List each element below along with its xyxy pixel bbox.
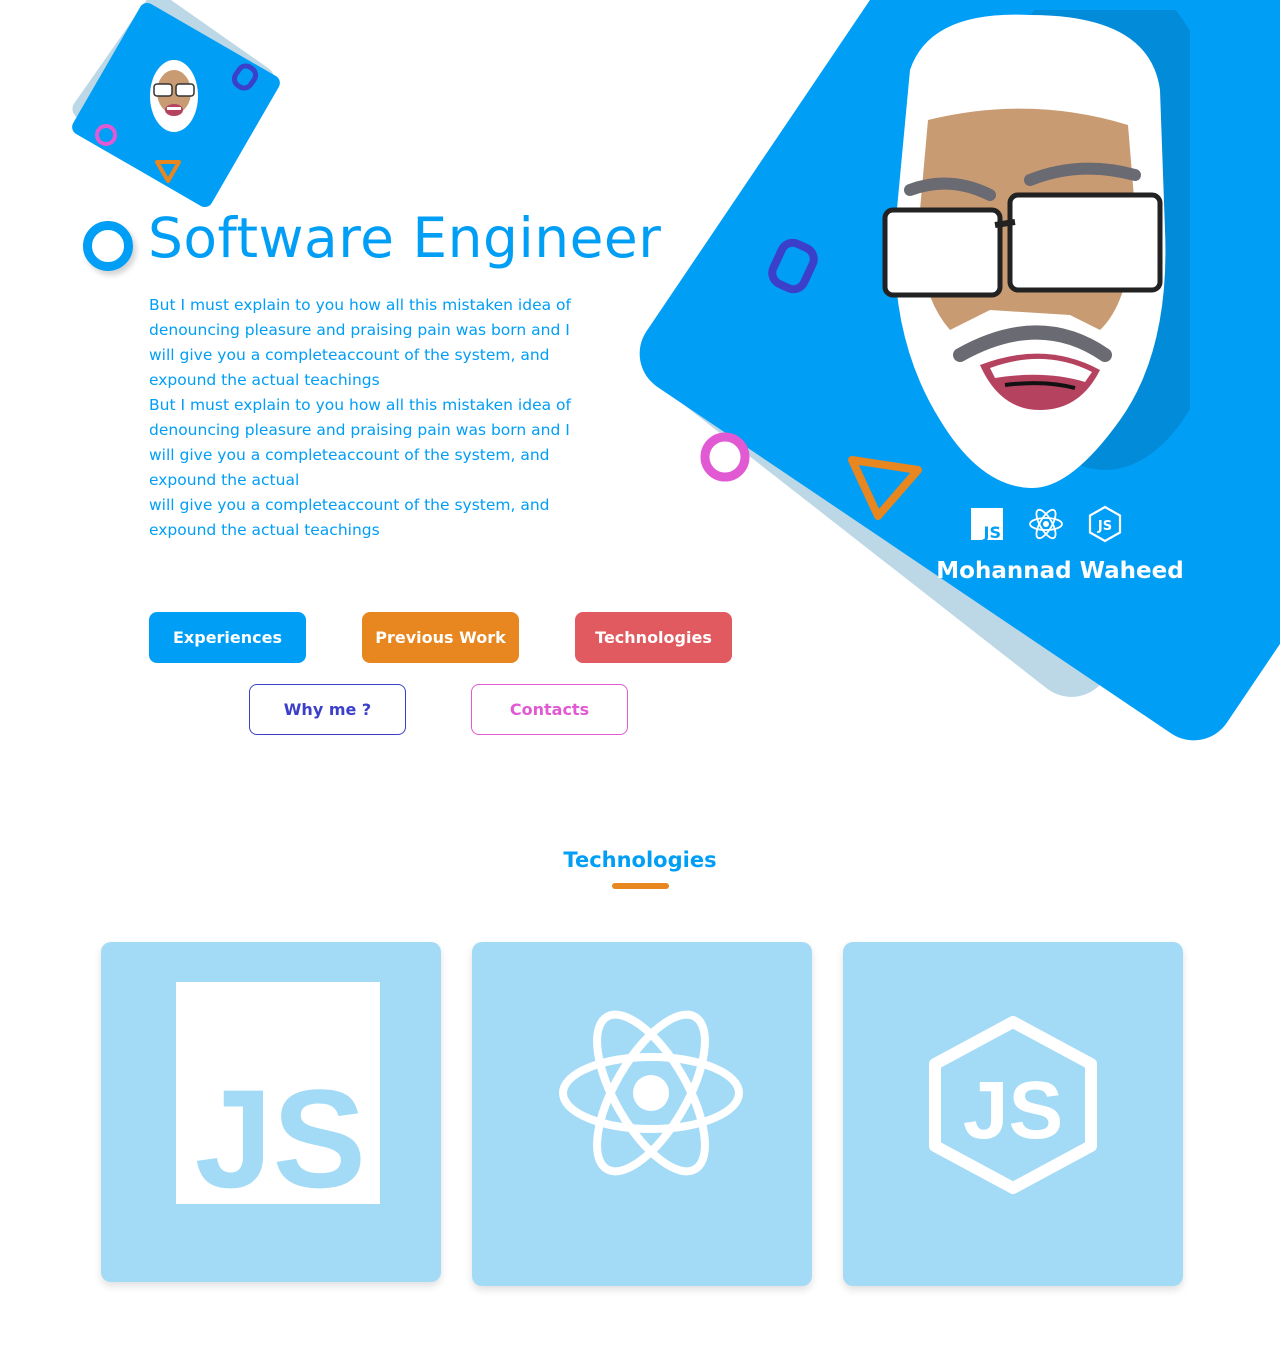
svg-text:JS: JS — [195, 1060, 366, 1204]
react-icon — [1029, 508, 1063, 540]
bio-line: will give you a completeaccount of the s… — [149, 496, 550, 514]
bio-line: will give you a completeaccount of the s… — [149, 446, 550, 464]
react-icon — [559, 1010, 743, 1176]
bio-line: will give you a completeaccount of the s… — [149, 346, 550, 364]
bio-line: But I must explain to you how all this m… — [149, 296, 571, 314]
section-title: Technologies — [563, 848, 717, 872]
indigo-ring-shape — [231, 63, 259, 91]
bio-line: expound the actual teachings — [149, 371, 380, 389]
section-underline — [612, 883, 669, 889]
svg-text:JS: JS — [1097, 519, 1112, 534]
javascript-icon: JS — [971, 508, 1003, 542]
orange-triangle-shape — [848, 456, 922, 520]
nodejs-icon: JS — [929, 1016, 1097, 1194]
profile-name: Mohannad Waheed — [936, 558, 1184, 584]
logo-avatar[interactable] — [148, 56, 200, 134]
tech-card-react[interactable] — [472, 942, 812, 1286]
technologies-button[interactable]: Technologies — [575, 612, 732, 663]
javascript-icon: JS — [176, 982, 380, 1204]
bio-text: But I must explain to you how all this m… — [149, 293, 599, 543]
pink-ring-shape — [700, 432, 750, 482]
contacts-button[interactable]: Contacts — [471, 684, 628, 735]
experiences-button[interactable]: Experiences — [149, 612, 306, 663]
svg-text:JS: JS — [963, 1065, 1063, 1156]
previous-work-button[interactable]: Previous Work — [362, 612, 519, 663]
portrait-illustration — [882, 10, 1190, 489]
why-me-button[interactable]: Why me ? — [249, 684, 406, 735]
bio-line: expound the actual teachings — [149, 521, 380, 539]
indigo-ring-shape — [768, 238, 818, 294]
nodejs-icon: JS — [1088, 505, 1122, 543]
bio-line: But I must explain to you how all this m… — [149, 396, 571, 414]
bio-line: denouncing pleasure and praising pain wa… — [149, 321, 570, 339]
svg-text:JS: JS — [983, 523, 1001, 542]
page-title: Software Engineer — [148, 206, 662, 270]
title-ring-icon — [83, 221, 133, 271]
pink-ring-shape — [95, 124, 117, 146]
tech-card-javascript[interactable]: JS — [101, 942, 441, 1282]
bio-line: denouncing pleasure and praising pain wa… — [149, 421, 570, 439]
orange-triangle-shape — [155, 160, 181, 183]
bio-line: expound the actual — [149, 471, 300, 489]
tech-card-nodejs[interactable]: JS — [843, 942, 1183, 1286]
